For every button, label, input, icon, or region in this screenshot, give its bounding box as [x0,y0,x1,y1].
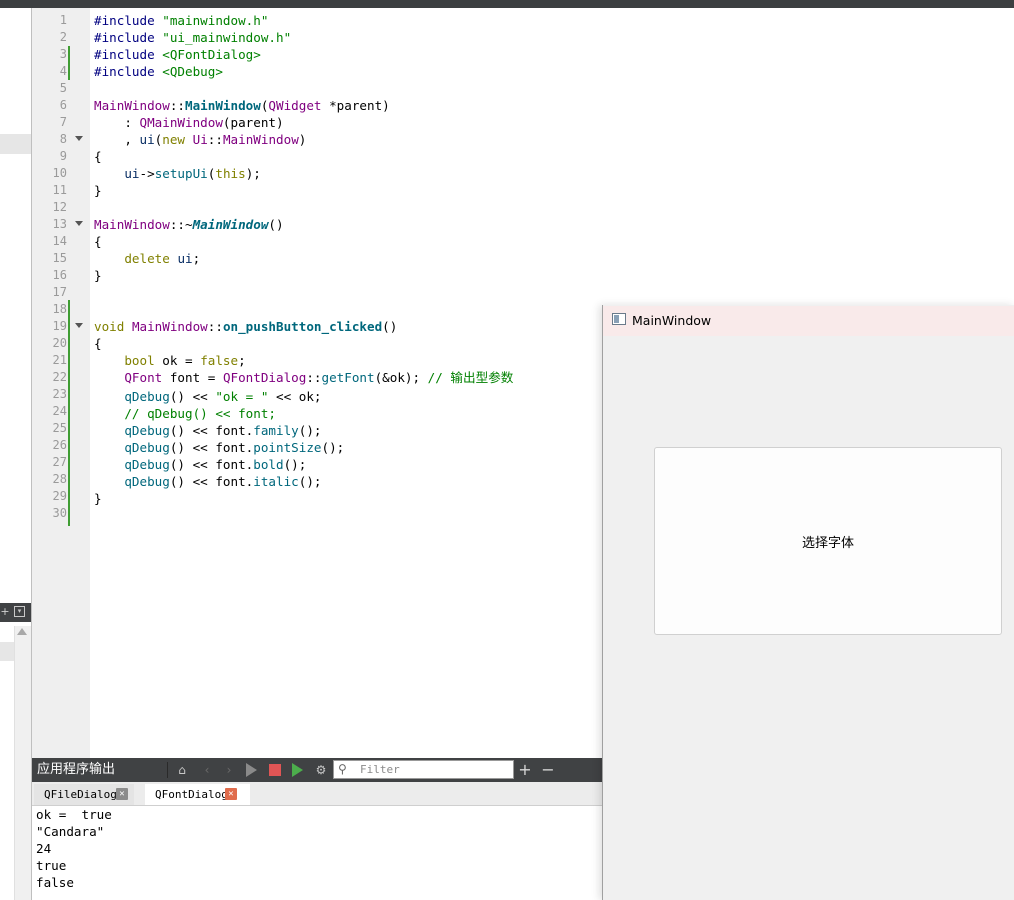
toolbar-separator [167,762,168,778]
tab-label: QFontDialog [155,788,228,801]
tab-qfiledialog[interactable]: QFileDialog ✕ [34,784,134,805]
code-line: qDebug() << font.family(); [124,423,322,438]
line-number: 12 [52,200,67,214]
application-output-text[interactable] [32,806,603,900]
stop-icon[interactable] [269,764,281,776]
line-number: 10 [52,166,67,180]
fold-arrow-icon[interactable] [75,221,83,226]
code-line: { [94,149,102,164]
code-line: , ui(new Ui::MainWindow) [94,132,307,147]
split-icon[interactable]: + [0,604,10,620]
line-number: 22 [52,370,67,384]
code-line: qDebug() << font.pointSize(); [124,440,345,455]
code-line: { [94,234,102,249]
tab-label: QFileDialog [44,788,117,801]
line-number: 15 [52,251,67,265]
code-line: #include <QDebug> [94,64,223,79]
tab-qfontdialog[interactable]: QFontDialog ✕ [145,784,250,805]
output-line: true [36,858,67,873]
line-number: 27 [52,455,67,469]
code-line: // qDebug() << font; [124,406,276,421]
scroll-up-arrow-icon[interactable] [17,628,27,635]
fold-arrow-icon[interactable] [75,136,83,141]
code-line: #include "ui_mainwindow.h" [94,30,292,45]
code-line: void MainWindow::on_pushButton_clicked() [94,319,398,334]
line-number: 20 [52,336,67,350]
top-toolbar-strip [0,0,1014,8]
line-number: 5 [59,81,67,95]
line-number: 3 [59,47,67,61]
settings-gear-icon[interactable]: ⚙ [313,762,329,778]
code-line: : QMainWindow(parent) [94,115,284,130]
fold-arrow-icon[interactable] [75,323,83,328]
code-line: qDebug() << font.bold(); [124,457,307,472]
add-icon[interactable]: + [517,762,533,778]
output-line: false [36,875,74,890]
line-number: 24 [52,404,67,418]
run-debug-icon[interactable] [292,763,303,777]
run-icon[interactable] [246,763,257,777]
line-number: 7 [59,115,67,129]
output-line: ok = true [36,807,112,822]
choose-font-button[interactable]: 选择字体 [654,447,1002,635]
sidebar-scrollbar[interactable] [14,626,31,900]
line-number: 23 [52,387,67,401]
line-number: 26 [52,438,67,452]
line-number: 13 [52,217,67,231]
code-line: #include <QFontDialog> [94,47,261,62]
line-number: 1 [59,13,67,27]
output-line: "Candara" [36,824,105,839]
code-line: { [94,336,102,351]
filter-placeholder: Filter [360,763,400,776]
modified-lines-marker [68,300,70,526]
line-number: 11 [52,183,67,197]
code-line: bool ok = false; [124,353,246,368]
app-window-icon-detail [614,315,619,323]
clear-output-icon[interactable]: ⌂ [174,762,190,778]
previous-icon[interactable]: ‹ [199,762,215,778]
line-number: 16 [52,268,67,282]
line-number: 30 [52,506,67,520]
line-number: 19 [52,319,67,333]
code-line: qDebug() << "ok = " << ok; [124,389,322,404]
dropdown-icon[interactable]: ▾ [14,606,25,617]
line-number: 4 [59,64,67,78]
line-number: 9 [59,149,67,163]
sidebar-selected-item[interactable] [0,134,31,154]
main-window-title: MainWindow [632,313,712,328]
code-line: ui->setupUi(this); [124,166,261,181]
line-number: 28 [52,472,67,486]
code-line: #include "mainwindow.h" [94,13,269,28]
code-line: qDebug() << font.italic(); [124,474,322,489]
close-tab-icon[interactable]: ✕ [225,788,237,800]
remove-icon[interactable]: − [540,762,556,778]
code-line: delete ui; [124,251,201,266]
code-line: } [94,268,102,283]
line-number: 2 [59,30,67,44]
line-number: 21 [52,353,67,367]
code-line: } [94,183,102,198]
line-number: 29 [52,489,67,503]
line-number: 6 [59,98,67,112]
code-line: } [94,491,102,506]
next-icon[interactable]: › [221,762,237,778]
code-line: QFont font = QFontDialog::getFont(&ok); … [124,370,514,385]
output-pane-title: 应用程序输出 [37,762,116,777]
line-number: 25 [52,421,67,435]
close-tab-icon[interactable]: ✕ [116,788,128,800]
line-number: 8 [59,132,67,146]
code-line: MainWindow::~MainWindow() [94,217,284,232]
sidebar-selected-item-lower[interactable] [0,642,14,661]
line-number: 14 [52,234,67,248]
output-line: 24 [36,841,52,856]
search-icon: ⚲ [338,762,347,776]
line-number: 17 [52,285,67,299]
line-number: 18 [52,302,67,316]
modified-lines-marker [68,46,70,80]
code-line: MainWindow::MainWindow(QWidget *parent) [94,98,390,113]
